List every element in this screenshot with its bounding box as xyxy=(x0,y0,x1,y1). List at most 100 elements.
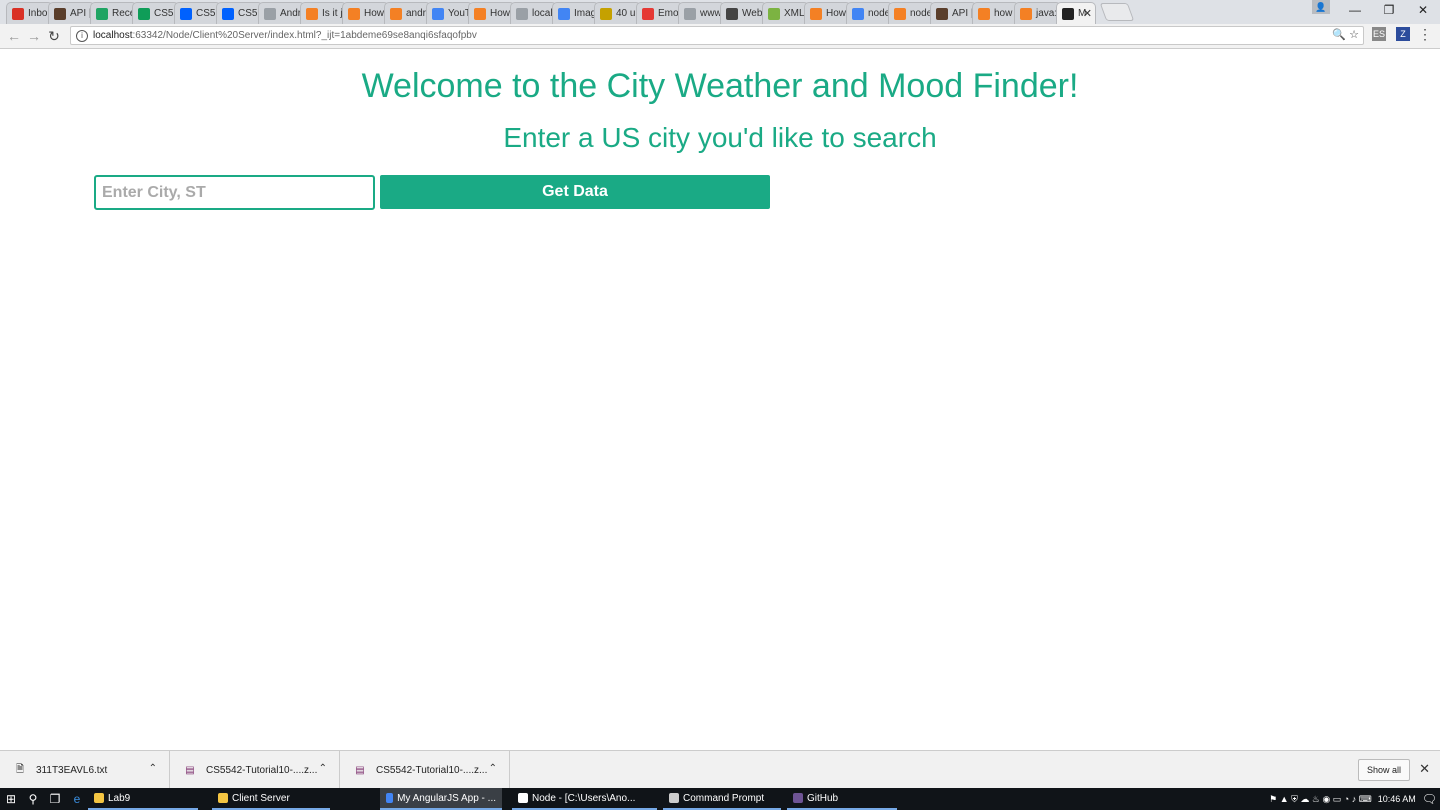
page-icon xyxy=(684,7,696,20)
window-controls: — ❐ ✕ xyxy=(1338,0,1440,20)
new-tab-button[interactable] xyxy=(1099,3,1135,21)
get-data-button[interactable]: Get Data xyxy=(380,175,770,209)
tab-title: node xyxy=(910,8,933,19)
tab-title: Web xyxy=(742,8,763,19)
tab-title: How xyxy=(490,8,511,19)
browser-tab[interactable]: Web xyxy=(720,2,767,24)
windows-start-icon[interactable]: ⊞ xyxy=(0,788,22,810)
browser-tab[interactable]: Inbo xyxy=(6,2,53,24)
taskbar-app-label: Client Server xyxy=(232,792,290,804)
browser-tab[interactable]: Is it j xyxy=(300,2,347,24)
browser-tab[interactable]: Imag xyxy=(552,2,599,24)
browser-tab[interactable]: Andr xyxy=(258,2,305,24)
browser-tab[interactable]: CS5! xyxy=(216,2,263,24)
close-tab-icon[interactable]: ✕ xyxy=(1083,7,1092,20)
url-path: :63342/Node/Client%20Server/index.html?_… xyxy=(132,30,477,41)
download-item[interactable]: ▤ CS5542-Tutorial10-....z... ⌃ xyxy=(340,751,510,789)
extension-icon[interactable]: ES xyxy=(1372,27,1386,41)
info-icon[interactable]: i xyxy=(76,29,88,42)
stackoverflow-icon xyxy=(1020,7,1032,20)
clock[interactable]: 10:46 AM xyxy=(1378,794,1416,804)
chevron-up-icon[interactable]: ⌃ xyxy=(149,763,157,774)
taskbar-app[interactable]: Lab9 xyxy=(88,788,198,810)
reload-icon[interactable]: ↻ xyxy=(44,28,64,45)
show-all-button[interactable]: Show all xyxy=(1357,759,1410,781)
browser-tab[interactable]: M ✕ xyxy=(1056,2,1096,24)
notifications-icon[interactable]: 🗨 xyxy=(1422,792,1437,806)
address-bar[interactable]: i localhost:63342/Node/Client%20Server/i… xyxy=(70,26,1364,45)
city-input[interactable] xyxy=(94,175,375,210)
tray-icons[interactable]: ⚑ ▲ ⛨ ☁ ♨ ◉ ▭ ◔ ♪ ⌨ xyxy=(1269,794,1372,805)
task-view-icon[interactable]: ❐ xyxy=(44,788,66,810)
browser-tab[interactable]: Emo xyxy=(636,2,683,24)
bookmark-star-icon[interactable]: ☆ xyxy=(1349,29,1359,41)
zoom-icon[interactable]: 🔍 xyxy=(1332,29,1346,41)
taskbar-app[interactable]: Client Server xyxy=(212,788,330,810)
close-window-button[interactable]: ✕ xyxy=(1406,0,1440,20)
minimize-button[interactable]: — xyxy=(1338,0,1372,20)
browser-tab[interactable]: 40 u xyxy=(594,2,641,24)
taskbar-app[interactable]: GitHub xyxy=(787,788,897,810)
taskbar-app[interactable]: My AngularJS App - ... xyxy=(380,788,502,810)
api-icon xyxy=(936,7,948,20)
browser-tab[interactable]: XML xyxy=(762,2,809,24)
tab-title: Inbo xyxy=(28,8,48,19)
tab-title: XML xyxy=(784,8,805,19)
taskbar-app[interactable]: Command Prompt xyxy=(663,788,781,810)
page-subtitle: Enter a US city you'd like to search xyxy=(503,122,937,153)
download-bar: 🗎 311T3EAVL6.txt ⌃ ▤ CS5542-Tutorial10-.… xyxy=(0,750,1440,789)
chevron-up-icon[interactable]: ⌃ xyxy=(489,763,497,774)
edge-icon[interactable]: e xyxy=(66,788,88,810)
browser-tab[interactable]: YouT xyxy=(426,2,473,24)
maximize-button[interactable]: ❐ xyxy=(1372,0,1406,20)
forward-icon[interactable]: → xyxy=(24,28,44,44)
drive-icon xyxy=(96,7,108,20)
close-icon[interactable]: ✕ xyxy=(1419,761,1430,777)
taskbar-app-label: Command Prompt xyxy=(683,792,765,804)
search-icon[interactable]: ⚲ xyxy=(22,788,44,810)
tab-title: local xyxy=(532,8,553,19)
tab-title: API | xyxy=(952,8,974,19)
taskbar-app[interactable]: Node - [C:\Users\Ano... xyxy=(512,788,657,810)
browser-tab[interactable]: node xyxy=(846,2,893,24)
zotero-icon[interactable]: Z xyxy=(1396,27,1410,41)
browser-tab-strip: Inbo API | Rece CS5! CS5! CS5! Andr Is it j How a… xyxy=(0,0,1440,24)
github-icon xyxy=(793,793,803,803)
browser-tab[interactable]: Rece xyxy=(90,2,137,24)
tab-title: Emo xyxy=(658,8,679,19)
download-item[interactable]: ▤ CS5542-Tutorial10-....z... ⌃ xyxy=(170,751,340,789)
emoji-icon xyxy=(642,7,654,20)
browser-tab[interactable]: How xyxy=(804,2,851,24)
browser-tab[interactable]: node xyxy=(888,2,935,24)
tab-title: 40 u xyxy=(616,8,636,19)
omnibox-icons: 🔍 ☆ xyxy=(1332,28,1359,41)
taskbar: ⊞ ⚲ ❐ e Lab9 Client Server My AngularJS Ap… xyxy=(0,788,1440,810)
browser-tab[interactable]: CS5! xyxy=(132,2,179,24)
browser-tab[interactable]: CS5! xyxy=(174,2,221,24)
browser-tab[interactable]: how xyxy=(972,2,1019,24)
stackoverflow-icon xyxy=(810,7,822,20)
tab-title: API | xyxy=(70,8,92,19)
folder-icon xyxy=(94,793,104,803)
tab-title: Imag xyxy=(574,8,597,19)
page-content: Welcome to the City Weather and Mood Fin… xyxy=(0,49,1440,749)
menu-icon[interactable]: ⋮ xyxy=(1418,27,1432,41)
browser-tab[interactable]: java: xyxy=(1014,2,1061,24)
browser-tab[interactable]: local xyxy=(510,2,557,24)
browser-tab[interactable]: andr xyxy=(384,2,431,24)
browser-tab[interactable]: How xyxy=(468,2,515,24)
download-item[interactable]: 🗎 311T3EAVL6.txt ⌃ xyxy=(0,751,170,789)
back-icon[interactable]: ← xyxy=(4,28,24,44)
profile-icon[interactable]: 👤 xyxy=(1312,0,1330,14)
browser-tab[interactable]: How xyxy=(342,2,389,24)
browser-tab[interactable]: API | xyxy=(930,2,977,24)
udemy-icon xyxy=(600,7,612,20)
stackoverflow-icon xyxy=(978,7,990,20)
taskbar-app-label: GitHub xyxy=(807,792,839,804)
browser-tab[interactable]: API | xyxy=(48,2,95,24)
api-icon xyxy=(54,7,66,20)
chevron-up-icon[interactable]: ⌃ xyxy=(319,763,327,774)
browser-tab[interactable]: www. xyxy=(678,2,725,24)
web-icon xyxy=(726,7,738,20)
tab-title: CS5! xyxy=(238,8,261,19)
